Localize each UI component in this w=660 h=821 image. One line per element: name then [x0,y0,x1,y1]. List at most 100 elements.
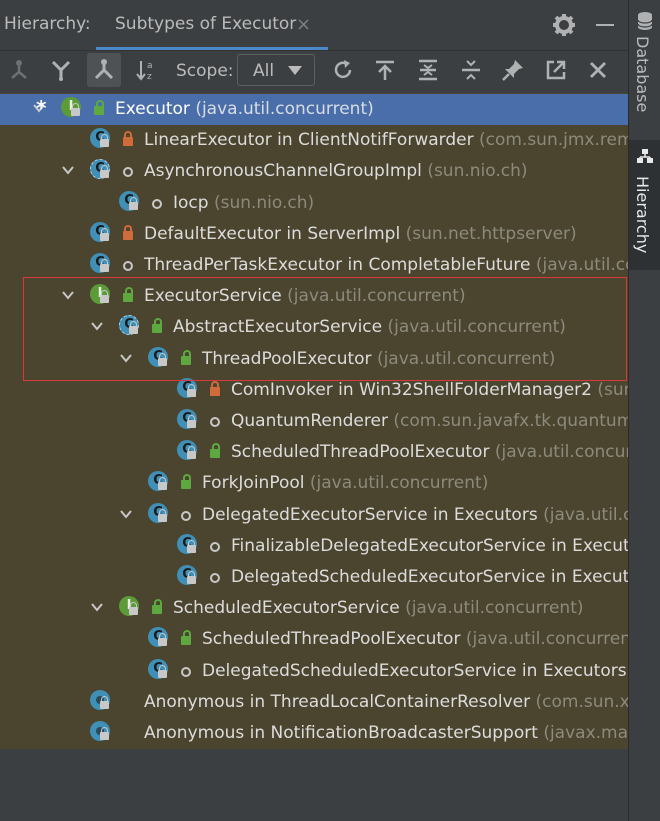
type-name: Anonymous in NotificationBroadcasterSupp… [144,723,538,743]
supertypes-icon[interactable] [44,53,78,87]
class-icon: C [177,533,203,560]
tree-row[interactable]: C FinalizableDelegatedExecutorService in … [0,531,628,562]
tree-row[interactable]: Anonymous in NotificationBroadcasterSupp… [0,718,628,749]
tree-row-label: AsynchronousChannelGroupImpl (sun.nio.ch… [144,161,528,181]
tab-hierarchy[interactable]: Hierarchy [629,140,660,270]
type-name: ForkJoinPool [202,473,305,494]
type-name: ThreadPerTaskExecutor in CompletableFutu… [144,255,531,275]
hierarchy-icon [637,149,653,163]
open-in-editor-icon[interactable] [539,53,573,87]
package-name: (com.sun.jmx.remote.int [478,130,628,151]
minimize-icon[interactable] [596,24,614,26]
chevron-down-icon[interactable] [61,163,75,177]
tree-row[interactable]: C DelegatedScheduledExecutorService in Ex… [0,562,628,593]
public-visibility-icon [152,599,162,615]
tab-close-icon[interactable]: × [296,14,311,35]
chevron-down-icon [288,66,302,75]
class-icon: C [119,190,145,217]
pin-icon[interactable] [496,53,530,87]
scope-label: Scope: [176,61,234,81]
tree-row[interactable]: C LinearExecutor in ClientNotifForwarder … [0,125,628,156]
package-visibility-icon [123,167,133,178]
package-name: (com.sun.javafx.tk.quantum) [393,411,628,431]
class-icon: C [90,221,116,248]
svg-text:z: z [147,72,152,82]
tree-row-label: DelegatedScheduledExecutorService in Exe… [202,661,628,681]
class-icon: C [177,565,203,591]
subtypes-icon[interactable] [87,53,121,87]
type-name: Iocp [173,192,209,213]
tree-row[interactable]: * I Executor (java.util.concurrent) [0,94,628,125]
package-visibility-icon [181,666,191,677]
tree-row-label: DelegatedExecutorService in Executors (j… [202,505,628,525]
tab-hierarchy-label: Hierarchy [633,176,652,254]
refresh-icon[interactable] [326,53,360,87]
type-name: DelegatedExecutorService in Executors [202,504,538,525]
tree-row-label: DefaultExecutor in ServerImpl (sun.net.h… [144,224,577,244]
tree-row[interactable]: C Iocp (sun.nio.ch) [0,188,628,219]
type-name: DefaultExecutor in ServerImpl [144,223,401,244]
scope-dropdown[interactable]: All [237,54,315,86]
type-name: ScheduledThreadPoolExecutor [231,442,490,463]
svg-text:a: a [147,61,153,71]
type-name: QuantumRenderer [231,411,388,431]
toolbar: az Scope: All [0,51,628,93]
type-name: LinearExecutor in ClientNotifForwarder [144,130,474,151]
tree-row[interactable]: C DefaultExecutor in ServerImpl (sun.net.… [0,219,628,250]
type-name: DelegatedScheduledExecutorService in Exe… [231,567,628,587]
tree-row-label: LinearExecutor in ClientNotifForwarder (… [144,130,628,150]
tree-row[interactable]: C DelegatedScheduledExecutorService in Ex… [0,656,628,687]
expand-all-icon[interactable] [411,53,445,87]
tree-row[interactable]: I ScheduledExecutorService (java.util.con… [0,593,628,624]
type-name: FinalizableDelegatedExecutorService in E… [231,535,628,556]
package-name: (java.util.concurrent) [465,629,628,650]
hierarchy-panel: Hierarchy: Subtypes of Executor × a z Sc… [0,0,628,821]
export-icon[interactable] [368,53,402,87]
tree-row-label: ThreadPerTaskExecutor in CompletableFutu… [144,255,628,275]
tree-row[interactable]: Anonymous in ThreadLocalContainerResolve… [0,687,628,718]
package-visibility-icon [210,573,220,583]
tab-subtypes-of-executor[interactable]: Subtypes of Executor × [96,0,328,50]
class-icon: C [148,502,174,529]
anonymous-class-icon [90,721,116,747]
tree-row[interactable]: C ScheduledThreadPoolExecutor (java.util.… [0,437,628,468]
sort-alphabetically-icon[interactable]: az [130,53,164,87]
package-visibility-icon [123,261,133,271]
tree-row-label: Anonymous in ThreadLocalContainerResolve… [144,692,628,712]
package-name: (sun.awt. [597,379,628,400]
tree-row[interactable]: C ForkJoinPool (java.util.concurrent) [0,468,628,499]
gear-icon[interactable] [552,13,576,37]
empty-area [0,749,628,821]
type-name: ScheduledThreadPoolExecutor [202,629,461,650]
package-name: (java.util.concurr [543,504,628,525]
tree-row-label: FinalizableDelegatedExecutorService in E… [231,536,628,556]
tree-row-label: ForkJoinPool (java.util.concurrent) [202,473,488,493]
tree-row[interactable]: C ScheduledThreadPoolExecutor (java.util.… [0,624,628,655]
package-name: (sun.nio.ch) [427,161,528,182]
tree-row-label: ScheduledExecutorService (java.util.conc… [173,598,584,618]
package-visibility-icon [152,198,162,209]
type-name: Executor [115,99,190,119]
chevron-down-icon[interactable] [119,507,133,521]
type-name: ComInvoker in Win32ShellFolderManager2 [231,379,592,400]
class-icon: C [177,409,203,435]
package-name: (java.util.concurrent) [405,598,584,619]
star-marker-icon: * [36,96,47,120]
title-bar: Hierarchy: Subtypes of Executor × [0,0,628,51]
private-visibility-icon [210,380,220,396]
public-visibility-icon [181,630,191,646]
class-hierarchy-icon[interactable] [2,53,36,87]
tab-database[interactable]: Database [629,8,660,128]
tree-row[interactable]: C AsynchronousChannelGroupImpl (sun.nio.c… [0,156,628,187]
chevron-down-icon[interactable] [90,600,104,614]
collapse-all-icon[interactable] [454,53,488,87]
package-name: (sun.nio.ch) [213,192,315,213]
tree-row[interactable]: C DelegatedExecutorService in Executors (… [0,500,628,531]
tree-row[interactable]: C QuantumRenderer (com.sun.javafx.tk.quan… [0,406,628,437]
panel-title: Hierarchy: [4,14,91,34]
close-icon[interactable] [581,53,615,87]
tree-row-label: QuantumRenderer (com.sun.javafx.tk.quant… [231,411,628,431]
tree-row-label: DelegatedScheduledExecutorService in Exe… [231,567,628,587]
package-name: (javax.managem [543,723,628,743]
package-name: (java.util.concurr [535,255,628,275]
